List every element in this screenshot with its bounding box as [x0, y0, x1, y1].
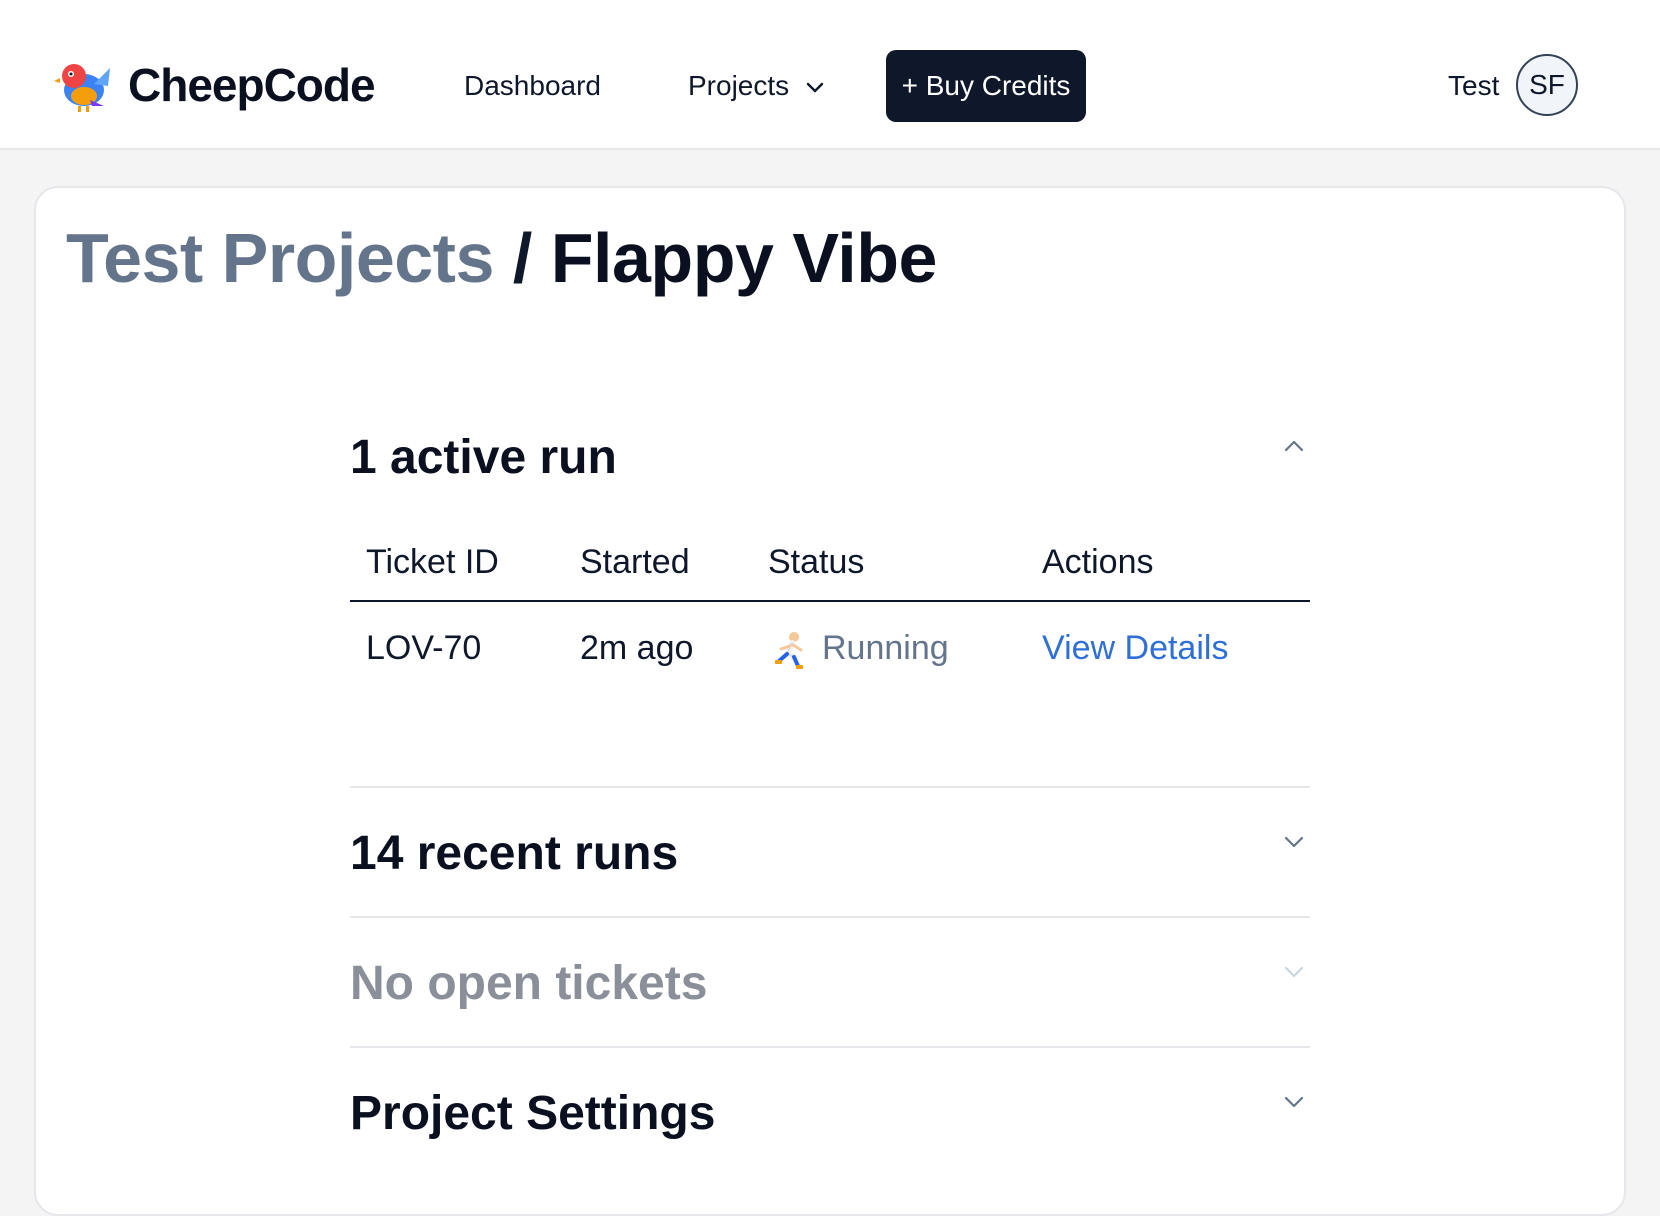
avatar[interactable]: SF — [1516, 54, 1578, 116]
started-cell: 2m ago — [580, 629, 694, 667]
section-divider — [350, 916, 1310, 918]
active-runs-header[interactable]: 1 active run — [350, 430, 617, 486]
column-header-started: Started — [580, 543, 690, 581]
column-header-status: Status — [768, 543, 865, 581]
brand-name[interactable]: CheepCode — [128, 58, 376, 112]
table-header-divider — [350, 600, 1310, 602]
breadcrumb-separator: / — [493, 219, 551, 297]
view-details-link[interactable]: View Details — [1042, 626, 1228, 670]
top-navbar: CheepCode Dashboard Projects + Buy Credi… — [0, 0, 1660, 150]
column-header-actions: Actions — [1042, 543, 1154, 581]
user-name: Test — [1448, 70, 1500, 101]
nav-projects-dropdown[interactable]: Projects — [688, 68, 789, 104]
buy-credits-button[interactable]: + Buy Credits — [886, 50, 1086, 122]
bird-logo-icon[interactable] — [54, 56, 112, 114]
main-card — [34, 186, 1626, 1216]
page-title: Flappy Vibe — [550, 219, 938, 297]
section-divider — [350, 1046, 1310, 1048]
chevron-up-icon[interactable] — [1282, 434, 1306, 458]
section-divider — [350, 786, 1310, 788]
column-header-ticket-id: Ticket ID — [366, 543, 499, 581]
chevron-down-icon[interactable] — [1282, 960, 1306, 984]
ticket-id-cell: LOV-70 — [366, 629, 482, 667]
project-settings-header[interactable]: Project Settings — [350, 1086, 715, 1142]
chevron-down-icon[interactable] — [1282, 830, 1306, 854]
recent-runs-header[interactable]: 14 recent runs — [350, 826, 678, 882]
status-badge: Running — [822, 629, 949, 667]
runner-icon — [775, 632, 803, 669]
nav-dashboard-link[interactable]: Dashboard — [464, 68, 601, 104]
open-tickets-header[interactable]: No open tickets — [350, 956, 707, 1012]
chevron-down-icon[interactable] — [1282, 1090, 1306, 1114]
breadcrumb-parent-link[interactable]: Test Projects — [66, 219, 494, 297]
chevron-down-icon[interactable] — [804, 76, 826, 98]
breadcrumb: Test Projects / Flappy Vibe — [66, 218, 937, 298]
